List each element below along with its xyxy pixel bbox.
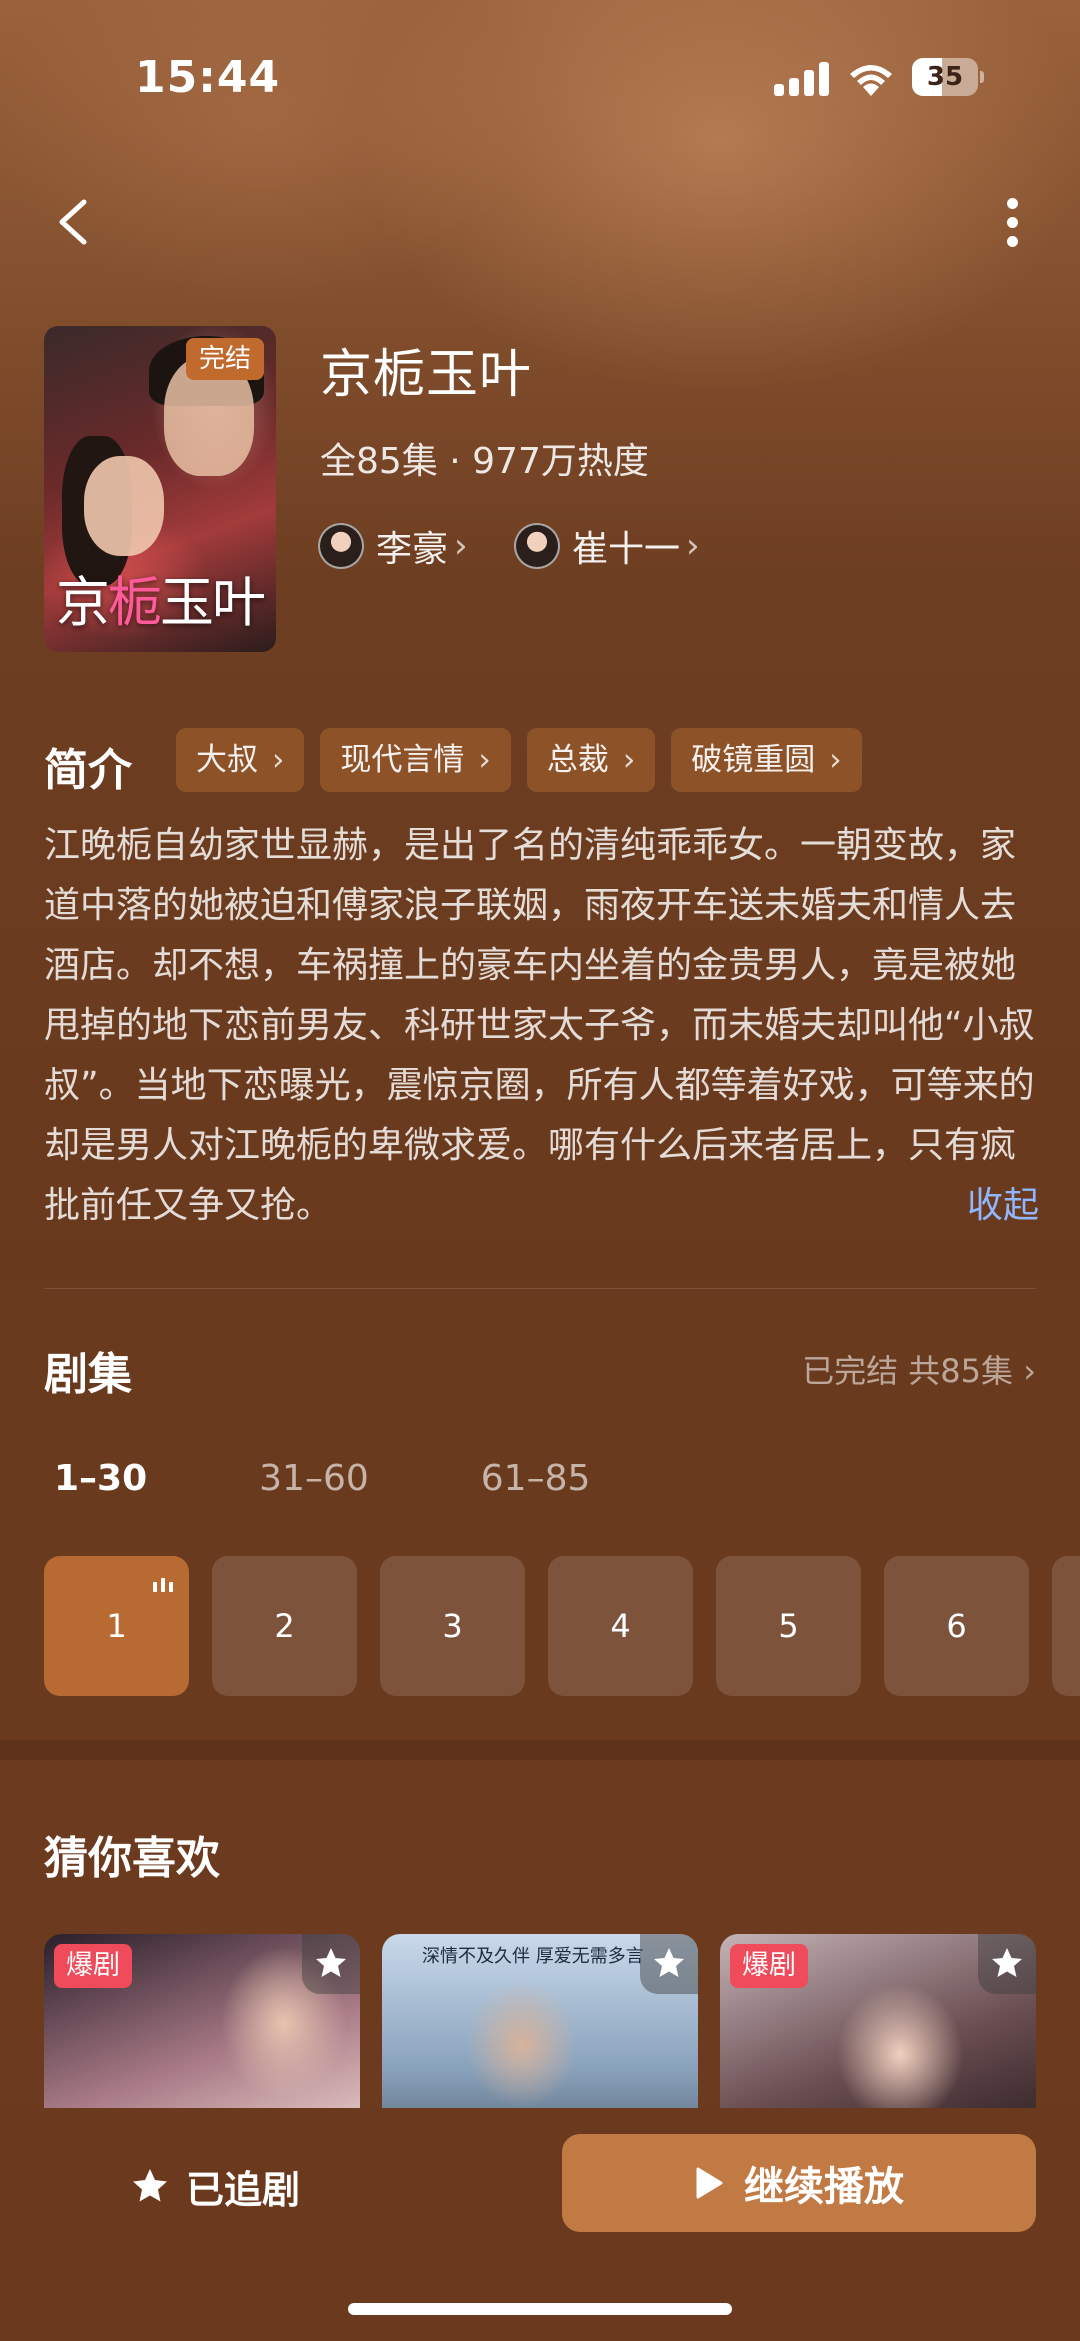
episode-item[interactable]: 7	[1052, 1556, 1080, 1696]
recommend-card[interactable]: 深情不及久伴 厚爱无需多言	[382, 1934, 698, 2114]
status-time: 15:44	[135, 52, 281, 103]
episode-item[interactable]: 6	[884, 1556, 1029, 1696]
playing-indicator-icon	[153, 1576, 175, 1592]
chevron-right-icon: ›	[622, 742, 636, 778]
tab-range-31-60[interactable]: 31–60	[259, 1458, 369, 1499]
chevron-right-icon: ›	[454, 526, 468, 566]
status-bar: 15:44 35	[0, 0, 1080, 150]
drama-title: 京栀玉叶	[320, 345, 533, 405]
home-indicator[interactable]	[348, 2303, 732, 2315]
hot-badge: 爆剧	[54, 1944, 132, 1988]
battery-icon: 35	[912, 58, 984, 96]
tab-range-1-30[interactable]: 1–30	[54, 1458, 147, 1499]
synopsis: 江晚栀自幼家世显赫，是出了名的清纯乖乖女。一朝变故，家道中落的她被迫和傅家浪子联…	[44, 816, 1039, 1236]
battery-level: 35	[926, 62, 964, 92]
continue-play-label: 继续播放	[744, 2164, 904, 2210]
divider	[44, 1288, 1036, 1289]
back-icon[interactable]	[48, 190, 98, 254]
hot-badge: 爆剧	[730, 1944, 808, 1988]
more-options-icon[interactable]	[992, 190, 1034, 254]
play-icon	[696, 2167, 723, 2199]
episode-item[interactable]: 5	[716, 1556, 861, 1696]
tag-pojing-chongyuan[interactable]: 破镜重圆 ›	[671, 728, 862, 792]
poster-tagline: 深情不及久伴 厚爱无需多言	[422, 1946, 644, 1967]
episode-item[interactable]: 1	[44, 1556, 189, 1696]
wifi-icon	[850, 65, 892, 96]
episode-item[interactable]: 3	[380, 1556, 525, 1696]
completed-badge: 完结	[186, 338, 264, 380]
star-icon[interactable]	[978, 1934, 1036, 1994]
followed-button[interactable]: 已追剧	[130, 2146, 300, 2226]
collapse-link[interactable]: 收起	[967, 1176, 1039, 1236]
drama-meta: 全85集 · 977万热度	[320, 441, 649, 482]
cast-item-cuishiyi[interactable]: 崔十一 ›	[514, 520, 700, 572]
cast-name: 李豪	[376, 529, 449, 570]
followed-label: 已追剧	[186, 2167, 301, 2212]
poster-title: 京栀玉叶	[56, 571, 266, 634]
chevron-right-icon: ›	[478, 742, 491, 778]
cast-name: 崔十一	[572, 529, 681, 570]
recommend-card[interactable]: 爆剧	[44, 1934, 360, 2114]
genre-tags: 大叔 › 现代言情 › 总裁 › 破镜重圆 ›	[176, 728, 862, 792]
chevron-right-icon: ›	[829, 742, 842, 778]
recommend-title: 猜你喜欢	[44, 1833, 220, 1884]
cellular-signal-icon	[774, 62, 830, 96]
episodes-title: 剧集	[44, 1349, 132, 1400]
tab-range-61-85[interactable]: 61–85	[481, 1458, 591, 1499]
episode-item[interactable]: 2	[212, 1556, 357, 1696]
episodes-status-link[interactable]: 已完结 共85集 ›	[802, 1346, 1036, 1392]
episode-range-tabs: 1–30 31–60 61–85	[54, 1458, 702, 1499]
section-separator	[0, 1740, 1080, 1760]
chevron-right-icon: ›	[686, 526, 700, 566]
episode-list: 1 2 3 4 5 6 7	[44, 1556, 1080, 1696]
tag-zongcai[interactable]: 总裁 ›	[526, 728, 656, 792]
episode-item[interactable]: 4	[548, 1556, 693, 1696]
recommend-card[interactable]: 爆剧	[720, 1934, 1036, 2114]
star-icon[interactable]	[302, 1934, 360, 1994]
avatar	[318, 523, 364, 569]
star-icon	[133, 2169, 167, 2202]
chevron-right-icon: ›	[272, 742, 285, 778]
cast-item-lihao[interactable]: 李豪 ›	[318, 520, 468, 572]
star-icon[interactable]	[640, 1934, 698, 1994]
tag-xiandai-yanqing[interactable]: 现代言情 ›	[320, 728, 511, 792]
tag-dashu[interactable]: 大叔 ›	[176, 728, 305, 792]
avatar	[514, 523, 560, 569]
intro-label: 简介	[44, 745, 132, 796]
synopsis-text: 江晚栀自幼家世显赫，是出了名的清纯乖乖女。一朝变故，家道中落的她被迫和傅家浪子联…	[44, 825, 1035, 1226]
recommend-list: 爆剧 深情不及久伴 厚爱无需多言 爆剧	[44, 1934, 1036, 2114]
continue-play-button[interactable]: 继续播放	[562, 2134, 1036, 2232]
